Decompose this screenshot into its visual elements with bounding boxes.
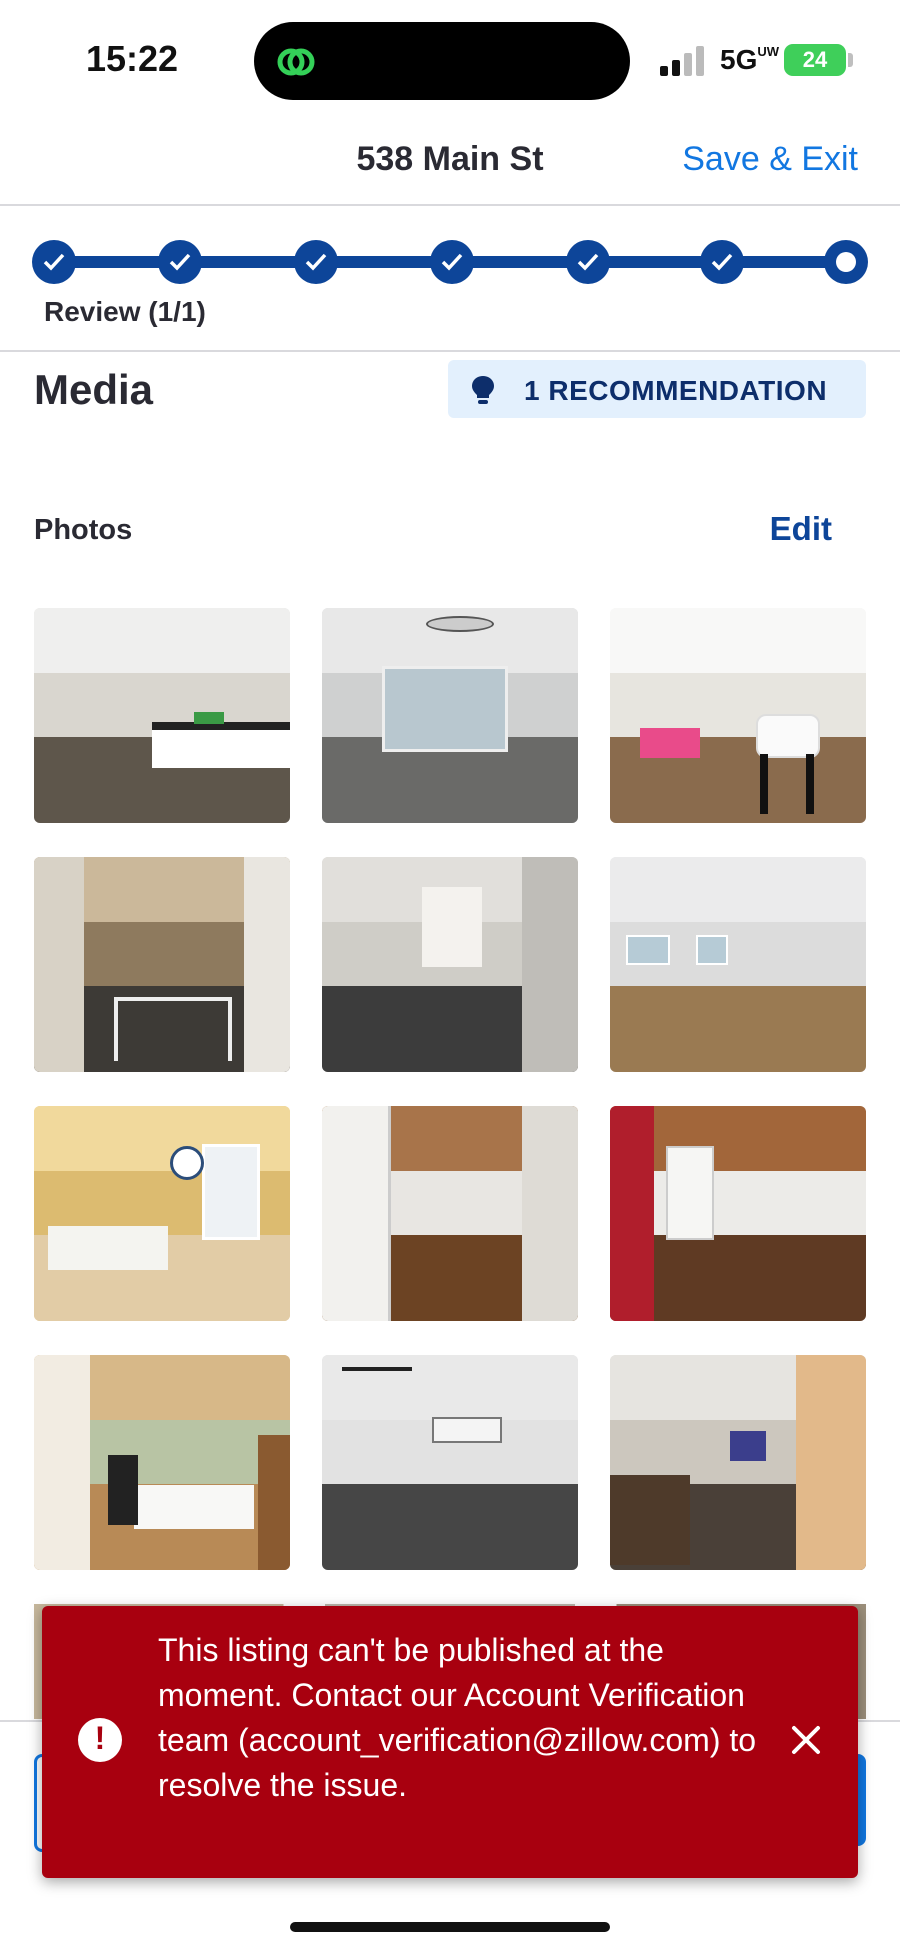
section-title-media: Media <box>34 366 154 413</box>
edit-photos-button[interactable]: Edit <box>770 510 832 548</box>
check-icon <box>43 253 65 271</box>
current-step-dot <box>836 252 856 272</box>
photo-thumbnail[interactable] <box>34 1355 290 1570</box>
battery-tip <box>848 53 853 67</box>
check-icon <box>305 253 327 271</box>
check-icon <box>169 253 191 271</box>
step-6-complete[interactable] <box>700 240 744 284</box>
step-5-complete[interactable] <box>566 240 610 284</box>
current-step-label: Review (1/1) <box>44 296 206 327</box>
photo-thumbnail[interactable] <box>322 857 578 1072</box>
photo-thumbnail[interactable] <box>322 1106 578 1321</box>
photo-thumbnail[interactable] <box>610 1355 866 1570</box>
photo-thumbnail[interactable] <box>610 857 866 1072</box>
step-7-current[interactable] <box>824 240 868 284</box>
step-1-complete[interactable] <box>32 240 76 284</box>
close-icon[interactable] <box>784 1718 828 1762</box>
save-exit-button[interactable]: Save & Exit <box>682 140 858 179</box>
link-app-icon <box>277 48 315 76</box>
battery-icon: 24 <box>784 44 846 76</box>
status-time: 15:22 <box>86 38 179 79</box>
status-bar: 15:22 5GUW 24 <box>0 0 900 110</box>
photo-thumbnail[interactable] <box>34 1106 290 1321</box>
home-indicator[interactable] <box>290 1922 610 1932</box>
signal-icon <box>660 46 704 76</box>
error-icon: ! <box>78 1718 122 1762</box>
nav-header: 538 Main St Save & Exit <box>0 110 900 206</box>
network-indicator: 5GUW <box>720 44 780 75</box>
lightbulb-icon <box>472 376 494 404</box>
step-2-complete[interactable] <box>158 240 202 284</box>
recommendation-badge[interactable]: 1 RECOMMENDATION <box>448 360 866 418</box>
photo-thumbnail[interactable] <box>610 1106 866 1321</box>
toast-message: This listing can't be published at the m… <box>158 1632 757 1803</box>
step-3-complete[interactable] <box>294 240 338 284</box>
photo-thumbnail[interactable] <box>610 608 866 823</box>
photo-thumbnail[interactable] <box>322 608 578 823</box>
check-icon <box>441 253 463 271</box>
photo-thumbnail[interactable] <box>34 857 290 1072</box>
photo-thumbnail[interactable] <box>322 1355 578 1570</box>
progress-stepper: Review (1/1) <box>0 206 900 352</box>
step-4-complete[interactable] <box>430 240 474 284</box>
photos-label: Photos <box>34 514 133 546</box>
error-toast: ! This listing can't be published at the… <box>42 1606 858 1878</box>
check-icon <box>577 253 599 271</box>
check-icon <box>711 253 733 271</box>
photo-thumbnail[interactable] <box>34 608 290 823</box>
recommendation-label: 1 RECOMMENDATION <box>524 375 828 406</box>
